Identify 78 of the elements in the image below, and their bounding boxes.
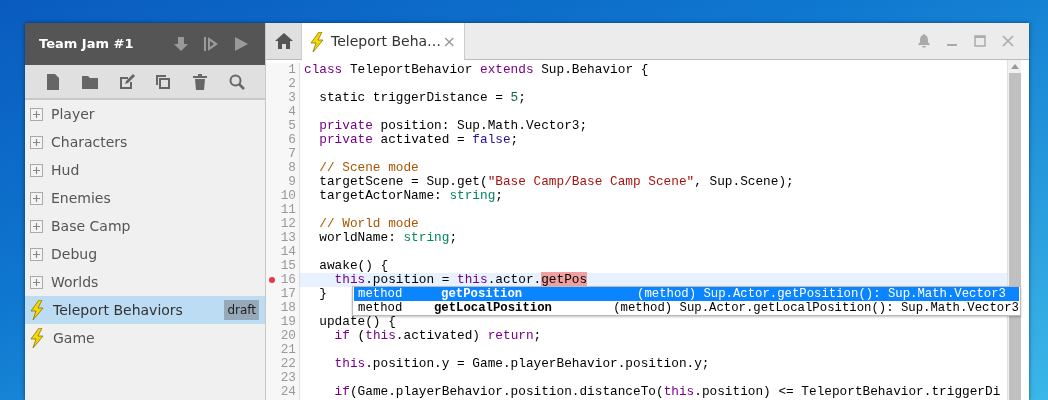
lightning-icon <box>30 328 45 348</box>
line-number: 18 <box>279 301 297 315</box>
edit-icon[interactable] <box>118 73 135 90</box>
lightning-icon <box>310 31 325 52</box>
bell-icon[interactable] <box>917 34 931 48</box>
tree-item[interactable]: Hud <box>25 156 265 184</box>
line-number: 7 <box>287 147 297 161</box>
tree-item[interactable]: Worlds <box>25 268 265 296</box>
code-line: if (this.activated) return; <box>333 329 542 343</box>
line-number: 22 <box>279 357 297 371</box>
line-number: 16 <box>279 273 297 287</box>
code-line: // Scene mode <box>318 161 419 175</box>
expand-icon <box>30 135 43 149</box>
trash-icon[interactable] <box>191 73 208 90</box>
tree-item[interactable]: Characters <box>25 128 265 156</box>
search-icon[interactable] <box>228 73 245 90</box>
autocomplete-item[interactable]: method getLocalPosition (method) Sup.Actor.getLocalPosition(): Sup.Math.Vector3 <box>354 301 1019 315</box>
line-number: 19 <box>279 315 297 329</box>
line-number: 17 <box>279 287 297 301</box>
tree-item[interactable]: Teleport Behaviors draft <box>25 296 265 324</box>
code-line: if(Game.playerBehavior.position.distanceTo(this.position) <= TeleportBehavior.triggerDi <box>333 385 1001 399</box>
new-file-icon[interactable] <box>45 73 62 90</box>
expand-icon <box>30 247 43 261</box>
download-icon[interactable] <box>173 36 189 52</box>
code-line: update() { <box>318 315 396 329</box>
home-button[interactable] <box>266 23 302 59</box>
line-number: 15 <box>279 259 297 273</box>
expand-icon <box>30 107 43 121</box>
tree-item[interactable]: Enemies <box>25 184 265 212</box>
scroll-up-icon[interactable] <box>1010 64 1019 69</box>
line-number: 9 <box>287 175 297 189</box>
tree-item[interactable]: Base Camp <box>25 212 265 240</box>
line-number: 12 <box>279 217 297 231</box>
code-line: targetActorName: string; <box>318 189 503 203</box>
tree-item[interactable]: Debug <box>25 240 265 268</box>
folder-icon[interactable] <box>82 73 98 90</box>
line-number: 23 <box>279 371 297 385</box>
code-line: class TeleportBehavior extends Sup.Behavior { <box>303 63 649 77</box>
code-line: // World mode <box>318 217 419 231</box>
autocomplete-item[interactable]: method getPosition (method) Sup.Actor.getPosition(): Sup.Math.Vector3 <box>354 287 1019 301</box>
draft-badge: draft <box>224 300 259 320</box>
line-number: 4 <box>287 105 297 119</box>
code-line: targetScene = Sup.get("Base Camp/Base Camp Scene", Sup.Scene); <box>318 175 794 189</box>
maximize-icon[interactable] <box>973 34 987 48</box>
code-line: worldName: string; <box>318 231 458 245</box>
line-number: 14 <box>279 245 297 259</box>
line-number: 20 <box>279 329 297 343</box>
step-forward-icon[interactable] <box>203 36 219 52</box>
tree-item[interactable]: Game <box>25 324 265 352</box>
expand-icon <box>30 219 43 233</box>
code-line: } <box>318 287 327 301</box>
expand-icon <box>30 191 43 205</box>
duplicate-icon[interactable] <box>155 73 172 90</box>
line-number: 11 <box>279 203 297 217</box>
tree-item[interactable]: Player <box>25 100 265 128</box>
expand-icon <box>30 163 43 177</box>
lightning-icon <box>30 300 45 320</box>
play-icon[interactable] <box>233 36 249 52</box>
project-title: Team Jam #1 <box>39 35 135 54</box>
code-line: private position: Sup.Math.Vector3; <box>318 119 588 133</box>
line-number: 5 <box>287 119 297 133</box>
editor-tab[interactable]: Teleport Beha…× <box>302 23 465 60</box>
line-number: 21 <box>279 343 297 357</box>
code-line: awake() { <box>318 259 389 273</box>
code-line: this.position.y = Game.playerBehavior.position.y; <box>333 357 710 371</box>
line-number: 8 <box>287 161 297 175</box>
line-number: 6 <box>287 133 297 147</box>
code-line: static triggerDistance = 5; <box>318 91 526 105</box>
close-icon[interactable] <box>1001 34 1015 48</box>
line-number: 2 <box>287 77 297 91</box>
line-number: 13 <box>279 231 297 245</box>
home-icon <box>274 33 293 49</box>
line-number: 1 <box>287 63 297 77</box>
line-number: 24 <box>279 385 297 399</box>
expand-icon <box>30 275 43 289</box>
code-line: private activated = false; <box>318 133 519 147</box>
line-number: 3 <box>287 91 297 105</box>
line-number: 10 <box>279 189 297 203</box>
